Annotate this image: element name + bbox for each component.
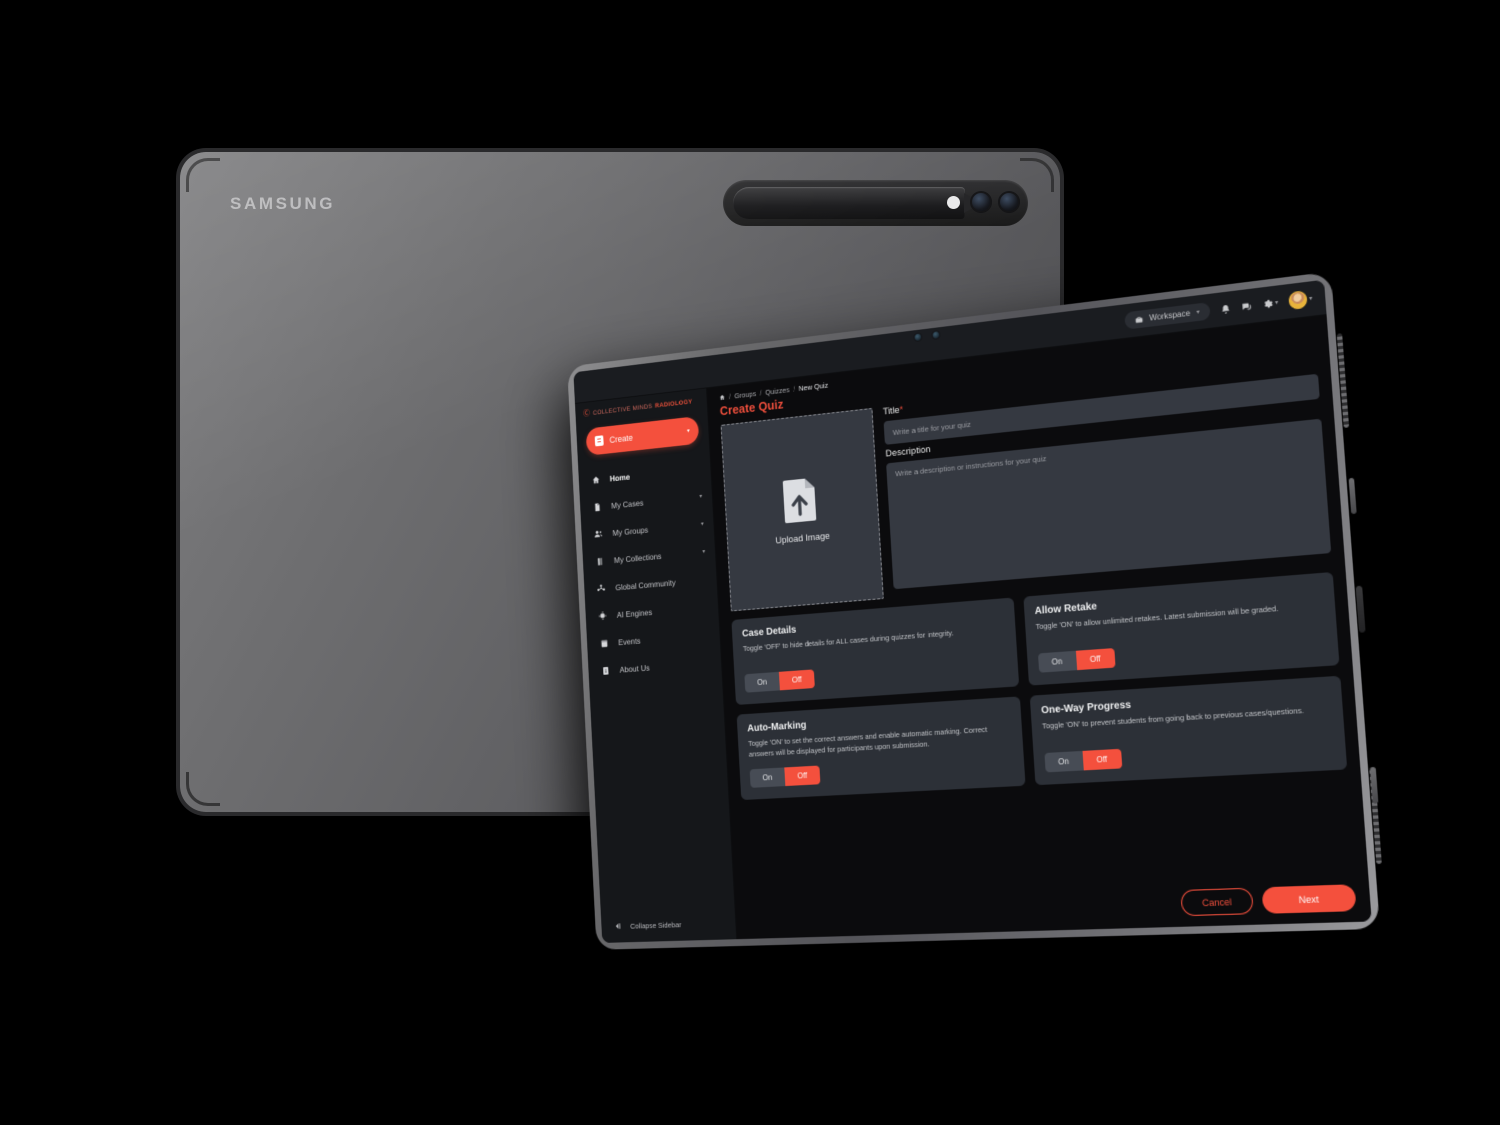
sidebar-item-label: Global Community [615,577,676,592]
settings-gear-icon [1262,298,1273,310]
front-camera-icon [932,331,939,339]
toggle-option-on[interactable]: On [744,672,780,693]
sidebar-item-label: Events [618,635,641,646]
upload-image-label: Upload Image [775,531,830,547]
file-upload-icon [781,475,820,525]
home-icon [591,474,601,485]
required-mark: * [899,405,903,416]
sidebar-item-label: My Collections [614,551,662,565]
next-button[interactable]: Next [1262,884,1357,914]
workspace-label: Workspace [1149,309,1191,323]
chevron-down-icon: ▾ [701,521,704,528]
title-label-text: Title [883,405,900,418]
cancel-button[interactable]: Cancel [1180,888,1254,917]
tablet-front-device: Workspace ▾ ▾ ▾ Ⓒ COLLECTIVE MINDS RADIO… [567,271,1380,949]
cases-folder-icon [592,501,602,512]
chevron-down-icon: ▾ [687,427,690,434]
groups-people-icon [593,528,603,539]
settings-cards: Case Details Toggle 'OFF' to hide detail… [731,572,1347,801]
description-placeholder: Write a description or instructions for … [895,454,1047,478]
toggle-option-off[interactable]: Off [784,766,820,787]
create-plus-icon [595,435,604,446]
scene-root: SAMSUNG Workspace ▾ ▾ ▾ Ⓒ COLLECTIVE MIN… [0,0,1500,1125]
collapse-sidebar-label: Collapse Sidebar [630,920,682,930]
chevron-down-icon: ▾ [699,493,702,500]
settings-button[interactable]: ▾ [1262,297,1279,309]
global-community-icon [596,583,606,594]
create-button-label: Create [609,432,633,444]
main-content: / Groups / Quizzes / New Quiz Create Qui… [707,315,1372,939]
chevron-down-icon: ▾ [1275,299,1279,307]
breadcrumb-item-new-quiz: New Quiz [798,381,828,393]
collections-book-icon [595,556,605,567]
one-way-progress-toggle[interactable]: On Off [1044,749,1122,773]
chevron-down-icon: ▾ [1196,308,1200,316]
sidebar-item-label: Home [610,471,631,482]
home-icon[interactable] [719,394,726,401]
allow-retake-toggle[interactable]: On Off [1037,648,1115,673]
about-info-icon [600,665,610,676]
upload-image-dropzone[interactable]: Upload Image [721,408,884,611]
tablet-frame: Workspace ▾ ▾ ▾ Ⓒ COLLECTIVE MINDS RADIO… [567,271,1380,949]
app-body: Ⓒ COLLECTIVE MINDS RADIOLOGY Create ▾ Ho… [575,315,1372,943]
ai-engines-chip-icon [598,610,608,621]
side-accent [1356,586,1366,633]
sidebar-item-label: AI Engines [617,607,653,619]
workspace-selector[interactable]: Workspace ▾ [1124,302,1210,330]
avatar [1288,290,1307,310]
stylus-pen-icon [733,187,965,219]
app-screen: Workspace ▾ ▾ ▾ Ⓒ COLLECTIVE MINDS RADIO… [573,280,1371,943]
notifications-bell-icon [1220,303,1231,315]
rear-corner-bracket [186,158,220,192]
brand-name-secondary: RADIOLOGY [655,398,693,409]
camera-lens-icon [998,191,1020,213]
messages-chat-icon [1241,301,1252,313]
case-details-toggle[interactable]: On Off [744,669,815,692]
quiz-form: Upload Image Title* Write a title for yo… [709,355,1368,897]
brand-name-primary: COLLECTIVE MINDS [593,403,653,416]
breadcrumb-item-groups[interactable]: Groups [734,389,756,400]
notifications-button[interactable] [1220,303,1231,315]
collapse-sidebar-icon [613,921,622,931]
sidebar-item-label: My Cases [611,497,644,510]
camera-flash-icon [947,196,960,209]
samsung-logo: SAMSUNG [230,194,335,214]
front-camera-icon [914,333,921,341]
breadcrumb-separator: / [729,392,731,401]
toggle-option-off[interactable]: Off [1075,648,1115,670]
briefcase-icon [1135,315,1144,324]
auto-marking-toggle[interactable]: On Off [750,766,821,788]
card-one-way-progress: One-Way Progress Toggle 'ON' to prevent … [1029,676,1347,786]
sidebar-item-label: My Groups [612,524,648,537]
events-calendar-icon [599,637,609,648]
toggle-option-on[interactable]: On [1044,751,1083,772]
breadcrumb-separator: / [793,385,795,394]
user-menu-button[interactable]: ▾ [1288,290,1313,310]
toggle-option-on[interactable]: On [1037,651,1076,673]
toggle-option-on[interactable]: On [750,768,786,788]
breadcrumb-item-quizzes[interactable]: Quizzes [765,385,790,396]
toggle-option-off[interactable]: Off [779,669,815,690]
card-case-details: Case Details Toggle 'OFF' to hide detail… [731,598,1018,705]
tablet-bezel: Workspace ▾ ▾ ▾ Ⓒ COLLECTIVE MINDS RADIO… [573,280,1371,943]
messages-button[interactable] [1241,301,1252,313]
sidebar-item-label: About Us [619,662,650,674]
breadcrumb-separator: / [760,389,762,398]
camera-lens-icon [970,191,992,213]
card-allow-retake: Allow Retake Toggle 'ON' to allow unlimi… [1023,572,1340,686]
brand-mark-icon: Ⓒ [583,410,590,418]
toggle-option-off[interactable]: Off [1082,749,1122,771]
rear-corner-bracket [186,772,220,806]
power-button[interactable] [1349,478,1357,514]
chevron-down-icon: ▾ [1309,295,1313,303]
collapse-sidebar-button[interactable]: Collapse Sidebar [601,908,736,943]
speaker-grille [1337,333,1349,428]
title-input-placeholder: Write a title for your quiz [892,419,971,436]
rear-camera-module [723,180,1028,226]
card-auto-marking: Auto-Marking Toggle 'ON' to set the corr… [737,696,1026,800]
rear-corner-bracket [1020,158,1054,192]
chevron-down-icon: ▾ [702,548,705,555]
sidebar-nav: Home My Cases ▾ My Groups ▾ My Collectio… [578,454,722,685]
